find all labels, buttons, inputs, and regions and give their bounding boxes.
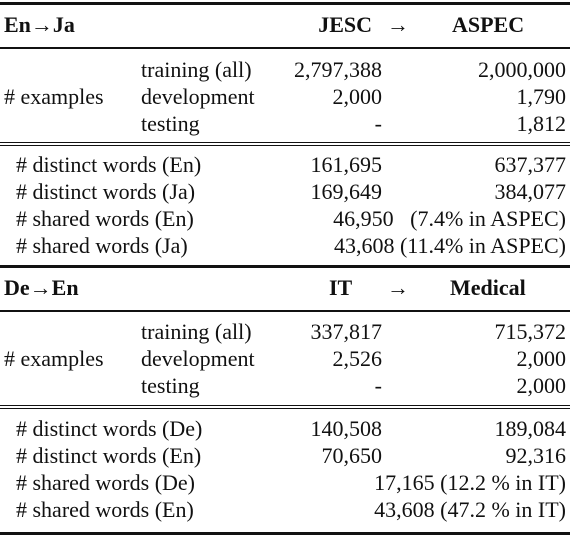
header-rule-1 — [0, 47, 570, 49]
target-value: 2,000,000 — [478, 57, 566, 82]
split-label: training (all) — [141, 57, 252, 82]
source-value: 169,649 — [310, 179, 383, 204]
examples-label: # examples — [4, 84, 104, 109]
target-value: 189,084 — [494, 416, 567, 441]
section-rule-1b — [0, 145, 570, 146]
target-value: 715,372 — [494, 319, 567, 344]
source-value: 2,797,388 — [294, 57, 382, 82]
split-label: testing — [141, 373, 200, 398]
bottom-rule — [0, 532, 570, 535]
source-value: 140,508 — [310, 416, 383, 441]
split-label: development — [141, 346, 255, 371]
source-value: - — [374, 373, 382, 398]
stat-label: # shared words (De) — [16, 470, 195, 495]
mid-rule — [0, 265, 570, 268]
target-domain: Medical — [450, 275, 526, 300]
source-domain: JESC — [318, 12, 372, 37]
split-label: testing — [141, 111, 200, 136]
section-rule-1a — [0, 142, 570, 143]
target-value: 384,077 — [494, 179, 567, 204]
section-rule-2a — [0, 405, 570, 406]
arrow: → — [387, 275, 409, 300]
target-value: 92,316 — [505, 443, 567, 468]
target-domain: ASPEC — [452, 12, 525, 37]
target-value: 1,812 — [516, 111, 567, 136]
split-label: training (all) — [141, 319, 252, 344]
stat-label: # distinct words (En) — [16, 443, 202, 468]
target-value: 2,000 — [516, 373, 567, 398]
source-value: 2,000 — [332, 84, 383, 109]
source-value: 70,650 — [321, 443, 383, 468]
target-value: 1,790 — [516, 84, 567, 109]
stat-label: # distinct words (De) — [16, 416, 203, 441]
target-value: 637,377 — [494, 152, 567, 177]
merged-value: 43,608 (47.2 % in IT) — [374, 497, 566, 522]
merged-value: 17,165 (12.2 % in IT) — [374, 470, 566, 495]
stat-label: # shared words (En) — [16, 206, 194, 231]
header-rule-2 — [0, 310, 570, 312]
pair-label: En→Ja — [4, 12, 75, 37]
source-value: 161,695 — [310, 152, 383, 177]
source-domain: IT — [329, 275, 353, 300]
section-rule-2b — [0, 408, 570, 409]
arrow: → — [387, 12, 409, 37]
source-value: - — [374, 111, 382, 136]
stat-label: # shared words (Ja) — [16, 233, 188, 258]
top-rule — [0, 2, 570, 5]
merged-value: 43,608 (11.4% in ASPEC) — [333, 233, 566, 258]
examples-label: # examples — [4, 346, 104, 371]
split-label: development — [141, 84, 255, 109]
stat-label: # distinct words (En) — [16, 152, 202, 177]
target-value: 2,000 — [516, 346, 567, 371]
stat-label: # distinct words (Ja) — [16, 179, 196, 204]
stat-label: # shared words (En) — [16, 497, 194, 522]
source-value: 337,817 — [310, 319, 383, 344]
source-value: 2,526 — [332, 346, 383, 371]
pair-label: De→En — [4, 275, 79, 300]
merged-value: 46,950 (7.4% in ASPEC) — [333, 206, 566, 231]
